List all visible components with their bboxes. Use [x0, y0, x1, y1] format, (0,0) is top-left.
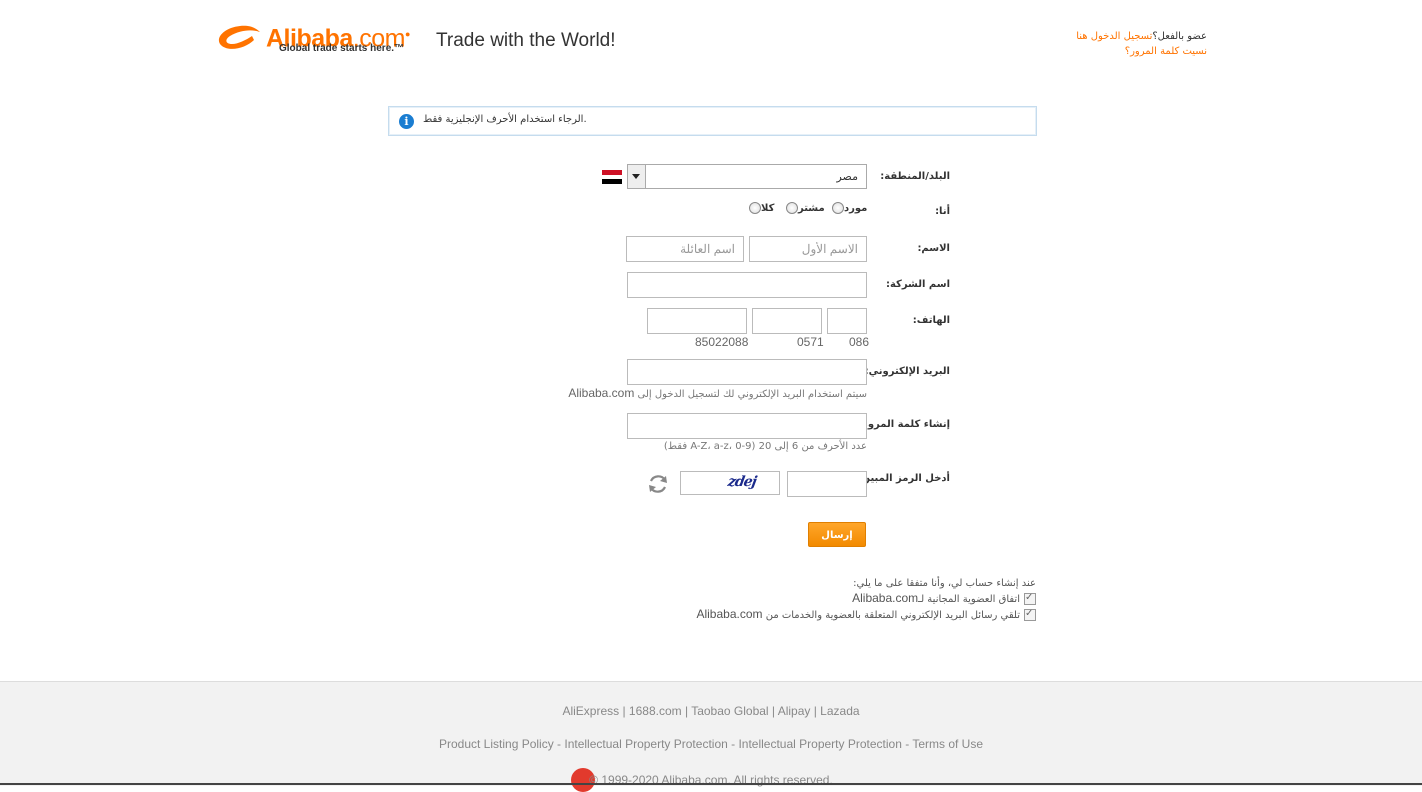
alibaba-logo[interactable]: Alibaba.com● Global trade starts here.™ [216, 20, 411, 58]
phone-country-hint: 086 [849, 335, 870, 349]
password-input[interactable] [627, 413, 867, 439]
first-name-input[interactable] [749, 236, 867, 262]
terms-item-membership: اتفاق العضوية المجانية لـAlibaba.com [696, 591, 1036, 607]
role-supplier-option[interactable]: مورد [829, 202, 867, 214]
company-label: اسم الشركة: [885, 279, 950, 290]
refresh-icon[interactable] [646, 472, 670, 496]
role-supplier-label: مورد [844, 203, 868, 214]
footer-policy-links[interactable]: Product Listing Policy - Intellectual Pr… [0, 737, 1422, 751]
email-hint: سيتم استخدام البريد الإلكتروني لك لتسجيل… [568, 386, 867, 400]
phone-area-hint: 0571 [797, 335, 824, 349]
terms-intro: عند إنشاء حساب لي، وأنا متفقا على ما يلي… [853, 578, 1036, 589]
phone-label: الهاتف: [912, 315, 950, 326]
password-label: إنشاء كلمة المرور: [858, 419, 950, 430]
english-only-notice: i الرجاء استخدام الأحرف الإنجليزية فقط. [388, 106, 1037, 136]
terms-item-emails: تلقي رسائل البريد الإلكتروني المتعلقة با… [696, 607, 1036, 623]
email-input[interactable] [627, 359, 867, 385]
email-consent-text: تلقي رسائل البريد الإلكتروني المتعلقة با… [765, 610, 1020, 621]
email-consent-checkbox[interactable] [1024, 607, 1036, 621]
footer-sister-sites[interactable]: AliExpress | 1688.com | Taobao Global | … [0, 704, 1422, 718]
alibaba-smile-icon [218, 25, 260, 49]
phone-country-code-input[interactable] [827, 308, 867, 334]
role-supplier-radio[interactable] [832, 202, 844, 214]
membership-agreement-checkbox[interactable] [1024, 591, 1036, 605]
role-both-radio[interactable] [749, 202, 761, 214]
phone-number-input[interactable] [647, 308, 747, 334]
role-both-label: كلا [761, 203, 775, 214]
membership-agreement-site: Alibaba.com [852, 591, 919, 605]
page-footer: AliExpress | 1688.com | Taobao Global | … [0, 681, 1422, 792]
country-label: البلد/المنطقة: [880, 171, 950, 182]
terms-agreement: عند إنشاء حساب لي، وأنا متفقا على ما يلي… [696, 577, 1036, 623]
email-hint-site: Alibaba.com [568, 386, 635, 400]
captcha-input[interactable] [787, 471, 867, 497]
captcha-text: zdej [726, 474, 758, 490]
chevron-down-icon[interactable] [628, 165, 646, 188]
info-icon: i [399, 114, 414, 129]
role-buyer-label: مشتر [798, 203, 825, 214]
egypt-flag-icon [602, 170, 622, 184]
role-buyer-option[interactable]: مشتر [783, 202, 825, 214]
login-link[interactable]: تسجيل الدخول هنا [1076, 31, 1152, 42]
role-both-option[interactable]: كلا [746, 202, 774, 214]
captcha-label: أدخل الرمز المبين: [857, 473, 950, 484]
role-radio-group: مورد مشتر كلا [746, 202, 867, 216]
logo-tagline: Global trade starts here.™ [279, 43, 405, 54]
email-hint-text: سيتم استخدام البريد الإلكتروني لك لتسجيل… [637, 389, 867, 400]
email-consent-site: Alibaba.com [696, 607, 763, 621]
country-selected-value: مصر [836, 170, 858, 183]
phone-area-code-input[interactable] [752, 308, 822, 334]
name-label: الاسم: [917, 243, 950, 254]
company-name-input[interactable] [627, 272, 867, 298]
role-label: أنا: [935, 206, 950, 217]
phone-number-hint: 85022088 [695, 335, 749, 349]
submit-button[interactable]: إرسال [808, 522, 866, 547]
role-buyer-radio[interactable] [786, 202, 798, 214]
member-question: عضو بالفعل؟ [1152, 31, 1207, 42]
forgot-password-link[interactable]: نسيت كلمة المرور؟ [1125, 46, 1207, 57]
membership-agreement-text: اتفاق العضوية المجانية لـ [918, 594, 1020, 605]
country-select[interactable]: مصر [627, 164, 867, 189]
site-tagline: Trade with the World! [436, 30, 616, 51]
bottom-border [0, 783, 1422, 785]
captcha-image: zdej [680, 471, 780, 495]
account-links: عضو بالفعل؟تسجيل الدخول هنا نسيت كلمة ال… [1076, 29, 1207, 59]
email-label: البريد الإلكتروني: [864, 366, 950, 377]
last-name-input[interactable] [626, 236, 744, 262]
password-hint: عدد الأحرف من 6 إلى 20 (A-Z، a-z، 0-9 فق… [663, 441, 867, 452]
notice-message: الرجاء استخدام الأحرف الإنجليزية فقط. [423, 114, 587, 125]
